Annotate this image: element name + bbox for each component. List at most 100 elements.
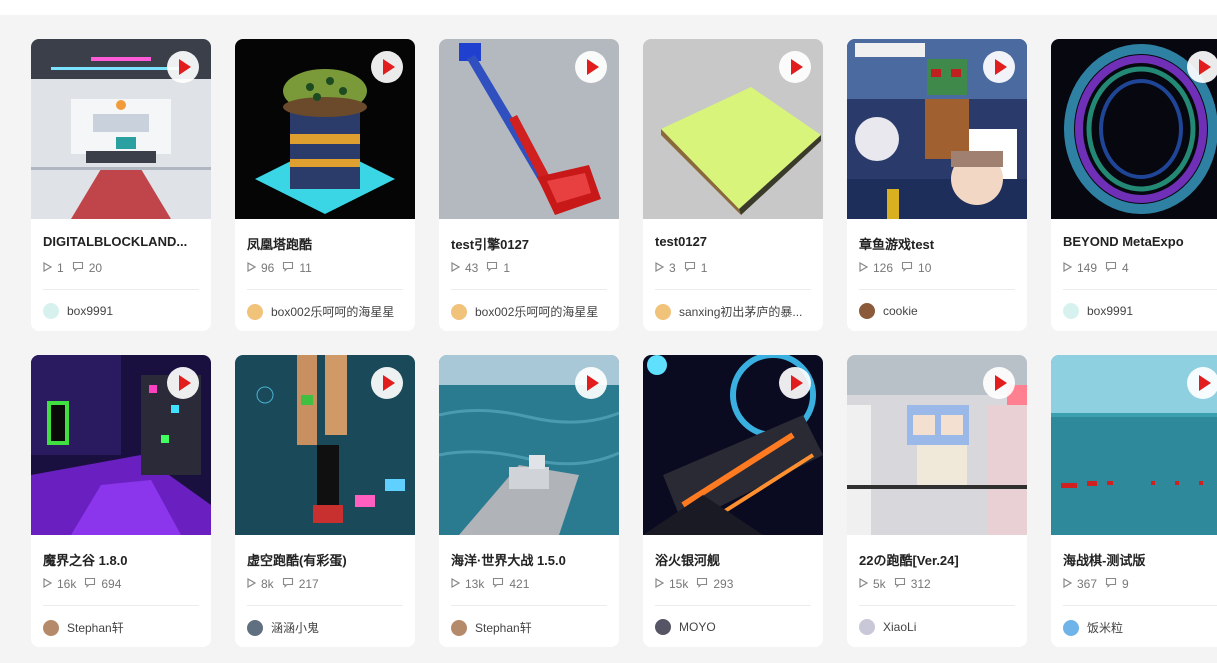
- game-thumbnail[interactable]: [31, 39, 211, 219]
- author[interactable]: 涵涵小鬼: [247, 619, 407, 636]
- author[interactable]: Stephan轩: [43, 619, 203, 636]
- game-title[interactable]: 海战棋-测试版: [1063, 550, 1217, 569]
- game-thumbnail[interactable]: [1051, 39, 1217, 219]
- play-icon[interactable]: [371, 51, 403, 83]
- avatar[interactable]: [451, 619, 467, 636]
- game-thumbnail[interactable]: [235, 39, 415, 219]
- game-card[interactable]: 海战棋-测试版 367 9 饭米粒: [1051, 355, 1217, 647]
- author-name[interactable]: 饭米粒: [1087, 619, 1123, 636]
- play-icon[interactable]: [779, 367, 811, 399]
- author-name[interactable]: Stephan轩: [475, 619, 532, 636]
- game-card[interactable]: 海洋·世界大战 1.5.0 13k 421 Stephan轩: [439, 355, 619, 647]
- play-icon[interactable]: [575, 51, 607, 83]
- play-count-icon: [247, 261, 261, 275]
- author-name[interactable]: 涵涵小鬼: [271, 619, 319, 636]
- comment-icon: [1105, 577, 1122, 591]
- author[interactable]: box9991: [43, 303, 203, 319]
- avatar[interactable]: [859, 303, 875, 319]
- game-stats: 1 20: [43, 261, 110, 275]
- play-icon[interactable]: [983, 51, 1015, 83]
- play-icon[interactable]: [167, 367, 199, 399]
- play-count: 149: [1063, 261, 1097, 275]
- author[interactable]: MOYO: [655, 619, 815, 635]
- game-card[interactable]: 浴火银河舰 15k 293 MOYO: [643, 355, 823, 647]
- avatar[interactable]: [43, 619, 59, 636]
- play-count-value: 8k: [261, 577, 274, 591]
- game-title[interactable]: test引擎0127: [451, 234, 609, 253]
- game-title[interactable]: 22の跑酷[Ver.24]: [859, 550, 1017, 569]
- game-card[interactable]: 章鱼游戏test 126 10 cookie: [847, 39, 1027, 331]
- game-title[interactable]: test0127: [655, 234, 813, 249]
- game-thumbnail[interactable]: [439, 39, 619, 219]
- game-title[interactable]: DIGITALBLOCKLAND...: [43, 234, 201, 249]
- avatar[interactable]: [655, 619, 671, 635]
- play-count-icon: [1063, 577, 1077, 591]
- game-card[interactable]: 凤凰塔跑酷 96 11 box002乐呵呵的海星星: [235, 39, 415, 331]
- game-card[interactable]: test引擎0127 43 1 box002乐呵呵的海星星: [439, 39, 619, 331]
- avatar[interactable]: [247, 619, 263, 636]
- game-thumbnail[interactable]: [847, 355, 1027, 535]
- author[interactable]: XiaoLi: [859, 619, 1019, 635]
- game-thumbnail[interactable]: [235, 355, 415, 535]
- play-icon[interactable]: [371, 367, 403, 399]
- game-title[interactable]: 章鱼游戏test: [859, 234, 1017, 253]
- author-name[interactable]: box002乐呵呵的海星星: [271, 303, 394, 320]
- avatar[interactable]: [1063, 303, 1079, 319]
- card-divider: [43, 289, 199, 290]
- avatar[interactable]: [1063, 619, 1079, 636]
- game-thumbnail[interactable]: [847, 39, 1027, 219]
- game-title[interactable]: 虚空跑酷(有彩蛋): [247, 550, 405, 569]
- play-count-icon: [859, 577, 873, 591]
- game-card[interactable]: test0127 3 1 sanxing初出茅庐的暴...: [643, 39, 823, 331]
- author[interactable]: cookie: [859, 303, 1019, 319]
- game-card[interactable]: BEYOND MetaExpo 149 4 box9991: [1051, 39, 1217, 331]
- author-name[interactable]: XiaoLi: [883, 620, 916, 634]
- game-card[interactable]: DIGITALBLOCKLAND... 1 20 box9991: [31, 39, 211, 331]
- game-thumbnail[interactable]: [1051, 355, 1217, 535]
- game-thumbnail[interactable]: [31, 355, 211, 535]
- game-title[interactable]: 魔界之谷 1.8.0: [43, 550, 201, 569]
- author-name[interactable]: Stephan轩: [67, 619, 124, 636]
- comment-count-value: 217: [298, 577, 319, 591]
- play-icon[interactable]: [1187, 51, 1217, 83]
- game-title[interactable]: 凤凰塔跑酷: [247, 234, 405, 253]
- avatar[interactable]: [43, 303, 59, 319]
- game-thumbnail[interactable]: [439, 355, 619, 535]
- play-icon[interactable]: [1187, 367, 1217, 399]
- game-title[interactable]: 海洋·世界大战 1.5.0: [451, 550, 609, 569]
- author[interactable]: box002乐呵呵的海星星: [451, 303, 611, 320]
- avatar[interactable]: [859, 619, 875, 635]
- author-name[interactable]: MOYO: [679, 620, 716, 634]
- play-count-icon: [655, 577, 669, 591]
- play-icon[interactable]: [575, 367, 607, 399]
- card-divider: [247, 605, 403, 606]
- author[interactable]: box9991: [1063, 303, 1217, 319]
- author-name[interactable]: box002乐呵呵的海星星: [475, 303, 598, 320]
- author-name[interactable]: cookie: [883, 304, 918, 318]
- game-card[interactable]: 虚空跑酷(有彩蛋) 8k 217 涵涵小鬼: [235, 355, 415, 647]
- avatar[interactable]: [655, 303, 671, 320]
- author[interactable]: 饭米粒: [1063, 619, 1217, 636]
- author[interactable]: sanxing初出茅庐的暴...: [655, 303, 815, 320]
- author-name[interactable]: box9991: [67, 304, 113, 318]
- card-divider: [451, 289, 607, 290]
- game-thumbnail[interactable]: [643, 355, 823, 535]
- author-name[interactable]: sanxing初出茅庐的暴...: [679, 303, 802, 320]
- author-name[interactable]: box9991: [1087, 304, 1133, 318]
- comment-count: 293: [696, 577, 733, 591]
- game-card[interactable]: 魔界之谷 1.8.0 16k 694 Stephan轩: [31, 355, 211, 647]
- play-icon[interactable]: [167, 51, 199, 83]
- author[interactable]: Stephan轩: [451, 619, 611, 636]
- avatar[interactable]: [247, 303, 263, 320]
- play-icon[interactable]: [779, 51, 811, 83]
- avatar[interactable]: [451, 303, 467, 320]
- play-icon[interactable]: [983, 367, 1015, 399]
- game-card[interactable]: 22の跑酷[Ver.24] 5k 312 XiaoLi: [847, 355, 1027, 647]
- game-stats: 16k 694: [43, 577, 129, 591]
- game-title[interactable]: BEYOND MetaExpo: [1063, 234, 1217, 249]
- game-row-2: 魔界之谷 1.8.0 16k 694 Stephan轩 虚空跑酷(有彩蛋) 8k…: [31, 355, 1217, 647]
- play-count-value: 43: [465, 261, 479, 275]
- game-thumbnail[interactable]: [643, 39, 823, 219]
- author[interactable]: box002乐呵呵的海星星: [247, 303, 407, 320]
- game-title[interactable]: 浴火银河舰: [655, 550, 813, 569]
